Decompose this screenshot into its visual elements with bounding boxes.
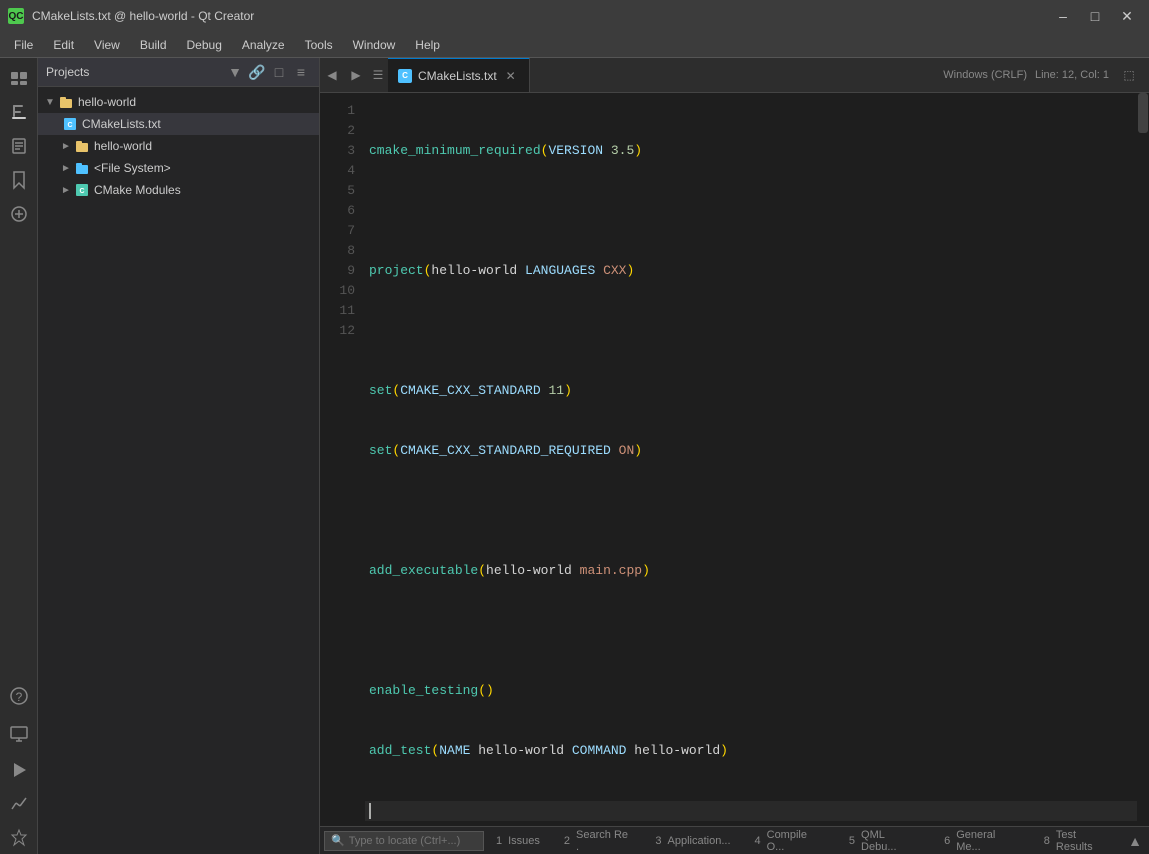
code-line-9 [365, 621, 1137, 641]
tree-arrow-sub[interactable]: ► [58, 141, 74, 152]
projects-icon[interactable] [3, 62, 35, 94]
code-line-8: add_executable(hello-world main.cpp) [365, 561, 1137, 581]
menu-analyze[interactable]: Analyze [232, 32, 295, 57]
file-panel: Projects ▼ 🔗 □ ≡ ▼ hello-world [38, 58, 320, 854]
code-line-4 [365, 321, 1137, 341]
window-controls: – □ ✕ [1049, 6, 1141, 26]
tab-next-button[interactable]: ▶ [344, 58, 368, 92]
file-panel-title: Projects [46, 65, 89, 79]
tree-item-hello-world-root[interactable]: ▼ hello-world [38, 91, 319, 113]
maximize-button[interactable]: □ [1081, 6, 1109, 26]
tree-item-cmakelists[interactable]: C CMakeLists.txt [38, 113, 319, 135]
tab-file-icon: C [398, 69, 412, 83]
tree-item-cmake-modules[interactable]: ► C CMake Modules [38, 179, 319, 201]
minimize-button[interactable]: – [1049, 6, 1077, 26]
menu-debug[interactable]: Debug [177, 32, 232, 57]
filter-icon[interactable]: ▼ [225, 62, 245, 82]
open-documents-icon[interactable] [3, 130, 35, 162]
tree-label-hello-world: hello-world [78, 95, 136, 109]
tree-item-hello-world-sub[interactable]: ► hello-world [38, 135, 319, 157]
menu-file[interactable]: File [4, 32, 43, 57]
settings-icon[interactable] [3, 822, 35, 854]
bottom-tab-compile[interactable]: 4 Compile O... [743, 827, 837, 854]
bottom-tab-general[interactable]: 6 General Me... [932, 827, 1032, 854]
bottom-tab-qml[interactable]: 5 QML Debu... [837, 827, 932, 854]
bottom-tab-application[interactable]: 3 Application... [643, 827, 742, 854]
code-line-12 [365, 801, 1137, 821]
bottom-tab-test-results[interactable]: 8 Test Results [1032, 827, 1125, 854]
svg-text:C: C [79, 188, 84, 195]
tab-prev-button[interactable]: ◀ [320, 58, 344, 92]
tab-bar: ◀ ▶ ☰ C CMakeLists.txt ✕ Windows (CRLF) … [320, 58, 1149, 93]
editor-area: ◀ ▶ ☰ C CMakeLists.txt ✕ Windows (CRLF) … [320, 58, 1149, 854]
analyze-icon[interactable] [3, 788, 35, 820]
bottom-tab-search[interactable]: 2 Search Re . [552, 827, 643, 854]
activity-bar: ? [0, 58, 38, 854]
code-line-7 [365, 501, 1137, 521]
code-line-6: set(CMAKE_CXX_STANDARD_REQUIRED ON) [365, 441, 1137, 461]
cmake-modules-icon: C [74, 182, 90, 198]
edit-mode-icon[interactable] [3, 96, 35, 128]
close-button[interactable]: ✕ [1113, 6, 1141, 26]
tree-arrow-cmake[interactable]: ► [58, 185, 74, 196]
collapse-icon[interactable]: ≡ [291, 62, 311, 82]
code-line-11: add_test(NAME hello-world COMMAND hello-… [365, 741, 1137, 761]
code-line-5: set(CMAKE_CXX_STANDARD 11) [365, 381, 1137, 401]
code-line-1: cmake_minimum_required(VERSION 3.5) [365, 141, 1137, 161]
monitor-icon[interactable] [3, 718, 35, 750]
bottom-panel: 🔍 1 Issues 2 Search Re . 3 Application..… [320, 826, 1149, 854]
cmake-file-icon: C [62, 116, 78, 132]
tree-arrow[interactable]: ▼ [42, 97, 58, 108]
bookmarks-icon[interactable] [3, 164, 35, 196]
menu-help[interactable]: Help [405, 32, 450, 57]
app-icon: QC [8, 8, 24, 24]
project-root-icon [58, 94, 74, 110]
menu-window[interactable]: Window [343, 32, 406, 57]
wrench-icon[interactable] [3, 198, 35, 230]
tab-cmakelists[interactable]: C CMakeLists.txt ✕ [388, 58, 530, 92]
tab-close-button[interactable]: ✕ [503, 68, 519, 84]
main-area: ? [0, 58, 1149, 854]
panel-expand-icon[interactable]: ▲ [1125, 831, 1145, 851]
menu-edit[interactable]: Edit [43, 32, 84, 57]
tree-item-filesystem[interactable]: ► <File System> [38, 157, 319, 179]
line-numbers: 1 2 3 4 5 6 7 8 9 10 11 12 [320, 93, 365, 826]
panel-toolbar: ▼ 🔗 □ ≡ [225, 62, 311, 82]
menu-bar: File Edit View Build Debug Analyze Tools… [0, 32, 1149, 58]
run-icon[interactable] [3, 754, 35, 786]
tree-label-hello-world-sub: hello-world [94, 139, 152, 153]
filesystem-icon [74, 160, 90, 176]
encoding-info: Windows (CRLF) [943, 69, 1027, 81]
cursor-info: Line: 12, Col: 1 [1035, 69, 1109, 81]
search-input[interactable] [349, 835, 479, 847]
code-editor[interactable]: 1 2 3 4 5 6 7 8 9 10 11 12 cmake_minimum… [320, 93, 1149, 826]
menu-view[interactable]: View [84, 32, 130, 57]
menu-tools[interactable]: Tools [295, 32, 343, 57]
code-line-2 [365, 201, 1137, 221]
subfolder-icon [74, 138, 90, 154]
question-icon[interactable]: ? [3, 680, 35, 712]
window-title: CMakeLists.txt @ hello-world - Qt Creato… [32, 9, 1041, 23]
tree-label-cmakelists: CMakeLists.txt [82, 117, 161, 131]
expand-icon[interactable]: □ [269, 62, 289, 82]
bottom-tab-issues[interactable]: 1 Issues [484, 827, 552, 854]
tree-arrow-fs[interactable]: ► [58, 163, 74, 174]
tree-label-filesystem: <File System> [94, 161, 171, 175]
svg-text:?: ? [15, 690, 22, 704]
file-panel-header: Projects ▼ 🔗 □ ≡ [38, 58, 319, 87]
code-content[interactable]: cmake_minimum_required(VERSION 3.5) proj… [365, 93, 1137, 826]
tab-label: CMakeLists.txt [418, 69, 497, 83]
editor-scrollbar[interactable] [1137, 93, 1149, 826]
svg-text:C: C [67, 122, 72, 129]
menu-build[interactable]: Build [130, 32, 177, 57]
split-button[interactable]: ⬚ [1117, 58, 1141, 92]
tab-list-button[interactable]: ☰ [368, 58, 388, 92]
code-line-10: enable_testing() [365, 681, 1137, 701]
tree-label-cmake-modules: CMake Modules [94, 183, 181, 197]
link-icon[interactable]: 🔗 [247, 62, 267, 82]
file-tree: ▼ hello-world C CMakeL [38, 87, 319, 854]
code-line-3: project(hello-world LANGUAGES CXX) [365, 261, 1137, 281]
title-bar: QC CMakeLists.txt @ hello-world - Qt Cre… [0, 0, 1149, 32]
